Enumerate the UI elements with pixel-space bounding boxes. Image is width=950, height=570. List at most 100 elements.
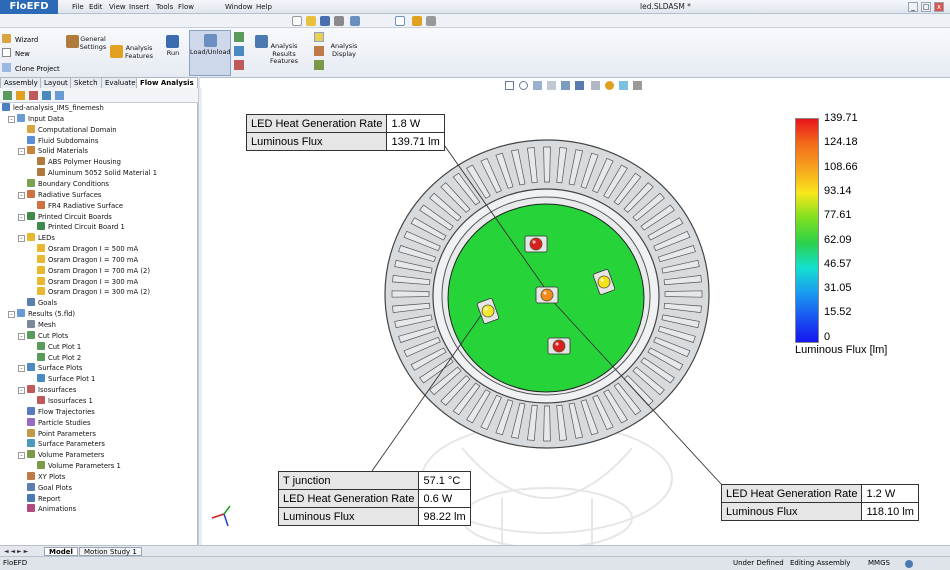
expand-toggle-icon[interactable]: - — [18, 148, 25, 156]
tree-item[interactable]: Surface Parameters — [18, 439, 105, 450]
tree-item[interactable]: Cut Plot 1 — [28, 341, 81, 353]
tree-item[interactable]: Cut Plot 2 — [28, 352, 81, 364]
tree-item[interactable]: - Cut Plots — [18, 330, 68, 342]
configuration-icon[interactable] — [29, 91, 38, 100]
tree-item[interactable]: FR4 Radiative Surface — [28, 200, 123, 212]
tree-item[interactable]: - LEDs — [18, 233, 55, 244]
analysis-results-features-button[interactable]: Analysis Results Features — [255, 31, 311, 75]
tree-item[interactable]: ABS Polymer Housing — [28, 157, 121, 168]
undo-icon[interactable] — [350, 16, 360, 26]
tree-item[interactable]: Osram Dragon I = 300 mA (2) — [28, 287, 150, 298]
tab-layout[interactable]: Layout — [40, 77, 72, 88]
tree-item[interactable]: Particle Studies — [18, 417, 91, 429]
expand-toggle-icon[interactable]: - — [8, 115, 15, 123]
rebuild-icon[interactable] — [412, 16, 422, 26]
menu-window[interactable]: Window — [223, 1, 255, 13]
tree-item[interactable]: - Results (5.fld) — [8, 309, 75, 320]
tree-item[interactable]: - Surface Plots — [18, 363, 82, 374]
tree-item[interactable]: Osram Dragon I = 500 mA — [28, 244, 138, 255]
expand-toggle-icon[interactable]: - — [18, 452, 25, 460]
flow-analysis-tree-icon[interactable] — [55, 91, 64, 100]
tab-motion-study[interactable]: Motion Study 1 — [79, 547, 142, 556]
expand-toggle-icon[interactable]: - — [18, 191, 25, 199]
tree-item[interactable]: Isosurfaces 1 — [28, 395, 93, 407]
menu-file[interactable]: File — [70, 1, 86, 13]
tree-item[interactable]: Volume Parameters 1 — [28, 461, 121, 472]
tree-item[interactable]: Boundary Conditions — [18, 178, 109, 190]
tab-model[interactable]: Model — [44, 547, 78, 556]
tree-item[interactable]: Fluid Subdomains — [18, 135, 98, 147]
run-button[interactable]: Run — [158, 31, 188, 75]
expand-toggle-icon[interactable]: - — [18, 332, 25, 340]
tree-item[interactable]: Flow Trajectories — [18, 406, 95, 418]
menu-tools[interactable]: Tools — [154, 1, 175, 13]
minimize-button[interactable]: _ — [908, 2, 918, 12]
tree-item[interactable]: Surface Plot 1 — [28, 374, 95, 385]
close-button[interactable]: x — [934, 2, 944, 12]
analysis-display-button[interactable]: Analysis Display — [328, 31, 362, 75]
clone-project-button[interactable]: Clone Project — [2, 63, 60, 73]
display-icon-a[interactable] — [314, 32, 324, 42]
tree-item[interactable]: Mesh — [18, 320, 56, 331]
tree-item[interactable]: Point Parameters — [18, 428, 96, 440]
tree-item[interactable]: Osram Dragon I = 300 mA — [28, 276, 138, 288]
tree-item[interactable]: - Printed Circuit Boards — [18, 211, 112, 223]
display-icon-b[interactable] — [314, 46, 324, 56]
tree-item[interactable]: led-analysis_IMS_finemesh — [2, 103, 104, 114]
menu-flow-analysis[interactable]: Flow Analysis — [176, 1, 209, 23]
status-units[interactable]: MMGS — [868, 557, 890, 570]
results-icon-c[interactable] — [234, 60, 244, 70]
menu-help[interactable]: Help — [254, 1, 274, 13]
expand-toggle-icon[interactable]: - — [18, 213, 25, 221]
print-icon[interactable] — [334, 16, 344, 26]
tree-item[interactable]: Animations — [18, 504, 76, 515]
tree-item[interactable]: Goal Plots — [18, 482, 72, 494]
wizard-button[interactable]: Wizard — [2, 34, 38, 44]
tree-item[interactable]: - Isosurfaces — [18, 385, 76, 396]
tree-item[interactable]: Osram Dragon I = 700 mA (2) — [28, 265, 150, 277]
options-icon[interactable] — [426, 16, 436, 26]
results-icon-b[interactable] — [234, 46, 244, 56]
load-unload-button[interactable]: Load/Unload — [189, 30, 231, 76]
tab-sketch[interactable]: Sketch — [70, 77, 102, 88]
property-icon[interactable] — [16, 91, 25, 100]
tree-item[interactable]: Report — [18, 493, 61, 505]
new-document-icon[interactable] — [292, 16, 302, 26]
scroll-arrows[interactable]: ◄ ◄ ► ► — [4, 548, 40, 556]
open-folder-icon[interactable] — [306, 16, 316, 26]
tree-item[interactable]: Goals — [18, 298, 57, 309]
load-unload-icon — [204, 34, 217, 47]
tab-assembly[interactable]: Assembly — [0, 77, 42, 88]
tree-item[interactable]: - Volume Parameters — [18, 450, 104, 461]
app-logo[interactable]: FloEFD — [0, 0, 58, 14]
expand-toggle-icon[interactable]: - — [8, 311, 15, 319]
help-icon[interactable] — [905, 560, 913, 568]
led-bottom — [547, 337, 571, 355]
tab-flow-analysis[interactable]: Flow Analysis — [136, 77, 198, 88]
feature-tree-icon[interactable] — [3, 91, 12, 100]
expand-toggle-icon[interactable]: - — [18, 387, 25, 395]
tree-item[interactable]: Osram Dragon I = 700 mA — [28, 254, 138, 266]
display-icon-c[interactable] — [314, 60, 324, 70]
tree-item[interactable]: Aluminum 5052 Solid Material 1 — [28, 168, 157, 179]
select-icon[interactable] — [395, 16, 405, 26]
analysis-features-button[interactable]: Analysis Features — [110, 31, 156, 75]
tree-item[interactable]: Printed Circuit Board 1 — [28, 222, 125, 233]
tab-evaluate[interactable]: Evaluate — [101, 77, 140, 88]
maximize-button[interactable]: □ — [921, 2, 931, 12]
results-icon-a[interactable] — [234, 32, 244, 42]
expand-toggle-icon[interactable]: - — [18, 235, 25, 243]
general-settings-button[interactable]: General Settings — [66, 31, 110, 75]
new-project-button[interactable]: New — [2, 48, 30, 58]
menu-edit[interactable]: Edit — [87, 1, 105, 13]
expand-toggle-icon[interactable]: - — [18, 365, 25, 373]
tree-item[interactable]: - Radiative Surfaces — [18, 189, 101, 201]
tree-item[interactable]: XY Plots — [18, 471, 65, 483]
tree-item[interactable]: - Input Data — [8, 113, 64, 125]
tree-item[interactable]: - Solid Materials — [18, 146, 88, 157]
tree-item[interactable]: Computational Domain — [18, 124, 117, 136]
menu-insert[interactable]: Insert — [127, 1, 151, 13]
display-manager-icon[interactable] — [42, 91, 51, 100]
save-icon[interactable] — [320, 16, 330, 26]
menu-view[interactable]: View — [107, 1, 128, 13]
